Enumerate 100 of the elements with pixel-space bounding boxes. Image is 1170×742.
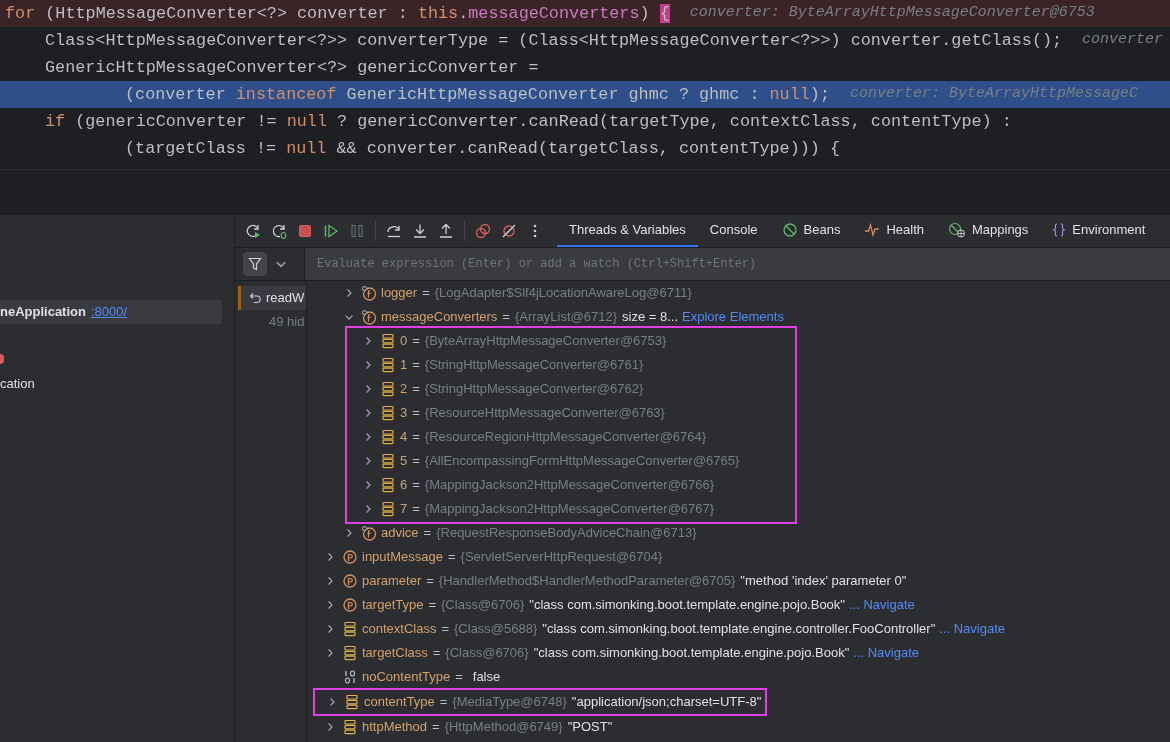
rerun-debug-icon[interactable] [271,223,287,239]
code-line: if (genericConverter != null ? genericConverter.canRead(targetType, contextClass, contentType) : [45,110,1012,133]
equals-sign: = [422,284,430,303]
parameter-icon [342,549,358,565]
debugger-tab[interactable]: Beans [769,215,853,247]
braces-icon [1052,222,1067,238]
equals-sign: = [412,404,420,423]
variable-link[interactable]: ... Navigate [848,595,915,615]
variable-name: noContentType [362,668,451,687]
parameter-icon [342,597,358,613]
chevron-right-icon[interactable] [325,648,335,658]
chevron-right-icon[interactable] [344,528,354,538]
variable-name: 4 [400,428,408,447]
stacked-bars-icon [381,381,395,397]
inline-value-hint: converter [1082,30,1164,51]
object-reference: {MediaType@6748} [452,693,567,712]
field-icon [361,525,377,541]
variable-name: 6 [400,476,408,495]
stop-icon[interactable] [297,223,313,239]
equals-sign: = [502,308,510,327]
equals-sign: = [423,524,432,543]
filter-button[interactable] [243,252,267,276]
object-reference: {ResourceRegionHttpMessageConverter@6764} [424,428,707,447]
field-icon [361,309,377,325]
chevron-right-icon[interactable] [363,456,373,466]
chevron-right-icon[interactable] [363,384,373,394]
application-name: neApplication [0,303,86,322]
debugger-tab[interactable]: Console [697,215,770,247]
chevron-right-icon[interactable] [363,504,373,514]
equals-sign: = [412,452,420,471]
object-reference: {StringHttpMessageConverter@6761} [424,356,644,375]
stack-frame-item[interactable]: readW [238,286,306,310]
stacked-bars-icon [345,694,359,710]
step-over-icon[interactable] [386,223,402,239]
variable-name: messageConverters [381,308,498,327]
chevron-right-icon[interactable] [363,480,373,490]
variable-link[interactable]: ... Navigate [853,643,920,663]
chevron-right-icon[interactable] [325,624,335,634]
stacked-bars-icon [343,645,357,661]
mute-breakpoints-icon[interactable] [501,223,517,239]
object-reference: {ArrayList@6712} [514,308,617,327]
chevron-right-icon[interactable] [363,360,373,370]
object-reference: {HandlerMethod$HandlerMethodParameter@6705} [438,572,736,591]
rerun-icon[interactable] [245,223,261,239]
debugger-tab[interactable]: Health [852,215,936,247]
chevron-right-icon[interactable] [325,722,335,732]
object-reference: {RequestResponseBodyAdviceChain@6713} [436,524,697,543]
chevron-right-icon[interactable] [325,576,335,586]
stacked-bars-icon [381,357,395,373]
variable-name: 7 [400,500,408,519]
step-out-icon[interactable] [438,223,454,239]
code-line: (targetClass != null && converter.canRead(targetClass, contentType))) { [125,137,841,160]
stacked-bars-icon [381,405,395,421]
code-line: Class<HttpMessageConverter<?>> converterType = (Class<HttpMessageConverter<?>>) converter.getClass(); [45,29,1063,52]
chevron-right-icon[interactable] [344,288,354,298]
equals-sign: = [447,548,456,567]
stacked-bars-icon [381,501,395,517]
object-reference: {Class@6706} [441,596,525,615]
variable-link[interactable]: Explore Elements [682,307,784,327]
chevron-right-icon[interactable] [325,552,335,562]
pulse-icon [864,222,881,238]
run-configuration-item[interactable]: neApplication :8000/ [0,300,222,324]
chevron-right-icon[interactable] [325,600,335,610]
variable-value: "method 'index' parameter 0" [740,572,907,591]
globe-icon [948,222,966,238]
breakpoints-icon[interactable] [475,223,491,239]
equals-sign: = [412,332,420,351]
chevron-right-icon[interactable] [363,408,373,418]
variable-link[interactable]: ... Navigate [939,619,1005,639]
chevron-right-icon[interactable] [363,432,373,442]
equals-sign: = [412,428,420,447]
variable-name: 3 [400,404,408,423]
evaluate-expression-field[interactable]: Evaluate expression (Enter) or add a watch (Ctrl+Shift+Enter) [305,248,1170,280]
variable-name: httpMethod [362,718,428,737]
object-reference: {HttpMethod@6749} [444,718,563,737]
variable-name: targetClass [362,644,428,663]
debugger-tab[interactable]: Mappings [936,215,1041,247]
inline-value-hint: converter: ByteArrayHttpMessageC [850,84,1139,105]
equals-sign: = [441,620,449,639]
variable-name: logger [381,284,418,303]
step-into-icon[interactable] [412,223,428,239]
stacked-bars-icon [381,453,395,469]
equals-sign: = [412,380,420,399]
variable-name: contextClass [362,620,437,639]
equals-sign: = [412,476,420,495]
stacked-bars-icon [381,477,395,493]
variable-name: contentType [364,693,435,712]
variable-value: "application/json;charset=UTF-8" [571,693,762,712]
parameter-icon [342,573,358,589]
chevron-down-icon[interactable] [344,312,354,322]
object-reference: {ByteArrayHttpMessageConverter@6753} [424,332,667,351]
object-reference: {StringHttpMessageConverter@6762} [424,380,644,399]
stacked-bars-icon [343,719,357,735]
chevron-right-icon[interactable] [363,336,373,346]
stacked-bars-icon [343,621,357,637]
pause-icon[interactable] [349,223,365,239]
object-reference: {Class@5688} [454,620,538,639]
resume-icon[interactable] [323,223,339,239]
debugger-tab[interactable]: Environment [1040,215,1158,247]
chevron-right-icon[interactable] [327,697,337,707]
